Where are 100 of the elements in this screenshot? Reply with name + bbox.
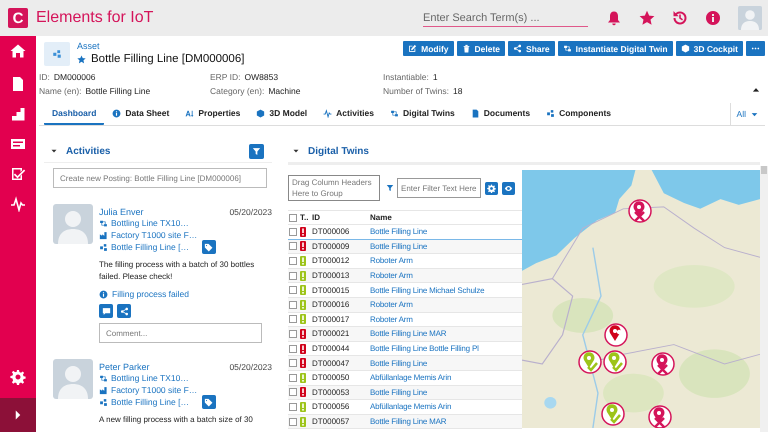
document-icon (470, 108, 480, 118)
share-button[interactable] (117, 304, 131, 318)
related-link[interactable]: Bottle Filling Line [… (111, 242, 189, 252)
column-header[interactable]: T.. (300, 213, 312, 222)
checkbox[interactable] (289, 359, 297, 368)
checkbox[interactable] (289, 374, 297, 382)
twin-link[interactable]: Bottle Filling Line (370, 388, 522, 397)
action-button[interactable]: Share (508, 41, 555, 56)
document-icon[interactable] (10, 76, 26, 92)
action-button[interactable]: Instantiate Digital Twin (558, 41, 673, 56)
caret-down-icon[interactable] (50, 147, 58, 155)
search-field[interactable]: Enter Search Term(s) ... (423, 10, 588, 26)
related-link[interactable]: Bottling Line TX10… (111, 218, 189, 228)
twin-link[interactable]: Bottle Filling Line (370, 242, 522, 251)
filter-button[interactable] (249, 144, 264, 158)
checkbox[interactable] (289, 402, 297, 411)
info-icon[interactable] (705, 10, 721, 26)
related-link[interactable]: Factory T1000 site F… (111, 230, 198, 240)
tab[interactable]: Activities (315, 103, 382, 125)
twin-link[interactable]: Roboter Arm (370, 314, 522, 324)
checklist-icon[interactable] (10, 166, 26, 182)
twin-link[interactable]: Bottle Filling Line Bottle Filling Pl (370, 344, 522, 354)
map-pin-icon[interactable] (628, 199, 652, 223)
card-icon[interactable] (10, 136, 26, 152)
checkbox[interactable] (289, 344, 297, 353)
caret-down-icon[interactable] (292, 147, 300, 155)
map-pin-icon[interactable] (651, 352, 675, 376)
tab[interactable]: Digital Twins (382, 103, 463, 125)
tab[interactable]: Documents (462, 103, 538, 125)
author-link[interactable]: Peter Parker (99, 362, 150, 372)
tag-button[interactable] (202, 395, 216, 409)
checkbox[interactable] (289, 242, 297, 250)
map-pin-icon[interactable] (578, 350, 602, 374)
star-icon[interactable] (77, 54, 86, 64)
filter-field[interactable]: Enter Filter Text Here (397, 178, 481, 198)
twin-link[interactable]: Roboter Arm (370, 271, 522, 280)
twin-icon (99, 374, 108, 382)
stairs-icon[interactable] (10, 106, 26, 122)
table-cell-text: DT000044 (312, 344, 350, 354)
asset-icon (52, 49, 62, 59)
column-header[interactable]: Name (370, 213, 522, 222)
factory-icon (99, 386, 108, 394)
checkbox[interactable] (289, 256, 297, 265)
more-button[interactable] (746, 41, 765, 56)
tab[interactable]: 3D Model (248, 103, 316, 125)
action-button[interactable]: 3D Cockpit (676, 41, 743, 56)
twin-link[interactable]: Bottle Filling Line (370, 358, 522, 368)
comment-field[interactable]: Comment... (99, 323, 262, 343)
twin-link[interactable]: Bottle Filling Line MAR (370, 329, 522, 338)
checkbox[interactable] (289, 315, 297, 324)
history-icon[interactable] (672, 10, 688, 26)
checkbox[interactable] (289, 300, 297, 309)
star-icon[interactable] (639, 10, 655, 26)
checkbox[interactable] (289, 388, 297, 396)
action-button[interactable]: Modify (403, 41, 454, 56)
related-link[interactable]: Factory T1000 site F… (111, 385, 198, 395)
twin-link[interactable]: Abfüllanlage Memis Arin (370, 373, 522, 382)
select-all-checkbox[interactable] (289, 214, 297, 222)
bell-icon[interactable] (606, 10, 622, 26)
tag-button[interactable] (202, 240, 216, 254)
tab[interactable]: Properties (177, 103, 248, 125)
checkbox[interactable] (289, 286, 297, 294)
twin-link[interactable]: Bottle Filling Line MAR (370, 417, 522, 426)
asset-type-link[interactable]: Asset (77, 41, 244, 51)
checkbox[interactable] (289, 330, 297, 338)
column-header[interactable]: ID (312, 213, 370, 222)
post-date: 05/20/2023 (229, 362, 272, 372)
table-cell-text: DT000047 (312, 358, 350, 368)
event-link[interactable]: Filling process failed (112, 289, 190, 299)
twin-link[interactable]: Bottle Filling Line Michael Schulze (370, 286, 522, 295)
action-button[interactable]: Delete (456, 41, 506, 56)
related-link[interactable]: Bottle Filling Line [… (111, 397, 189, 407)
map-pin-icon[interactable] (603, 350, 627, 374)
tab[interactable]: Components (538, 103, 620, 125)
comment-button[interactable] (99, 304, 113, 318)
settings-button[interactable] (485, 182, 498, 194)
field-label: Instantiable: (383, 72, 429, 82)
posting-field[interactable]: Create new Posting: Bottle Filling Line [DM000006] (53, 168, 267, 188)
tab[interactable]: Dashboard (44, 103, 104, 125)
tab[interactable]: Data Sheet (104, 103, 178, 125)
settings-icon[interactable] (10, 369, 26, 385)
view-dropdown[interactable]: All (730, 103, 765, 125)
map-pin-icon[interactable] (648, 405, 672, 428)
map-pin-icon[interactable] (601, 402, 625, 426)
home-icon[interactable] (10, 43, 26, 59)
table-cell-text: DT000050 (312, 373, 350, 382)
map-pin-icon[interactable] (604, 323, 628, 347)
author-link[interactable]: Julia Enver (99, 207, 144, 217)
twin-link[interactable]: Roboter Arm (370, 300, 522, 310)
twin-link[interactable]: Bottle Filling Line (370, 227, 522, 236)
twin-link[interactable]: Abfüllanlage Memis Arin (370, 402, 522, 412)
section-title: Activities (66, 146, 110, 156)
pulse-icon[interactable] (10, 196, 26, 212)
checkbox[interactable] (289, 272, 297, 280)
checkbox[interactable] (289, 418, 297, 426)
view-button[interactable] (502, 182, 515, 194)
checkbox[interactable] (289, 228, 297, 236)
asset-icon (99, 398, 108, 406)
related-link[interactable]: Bottling Line TX10… (111, 373, 189, 383)
twin-link[interactable]: Roboter Arm (370, 256, 522, 266)
